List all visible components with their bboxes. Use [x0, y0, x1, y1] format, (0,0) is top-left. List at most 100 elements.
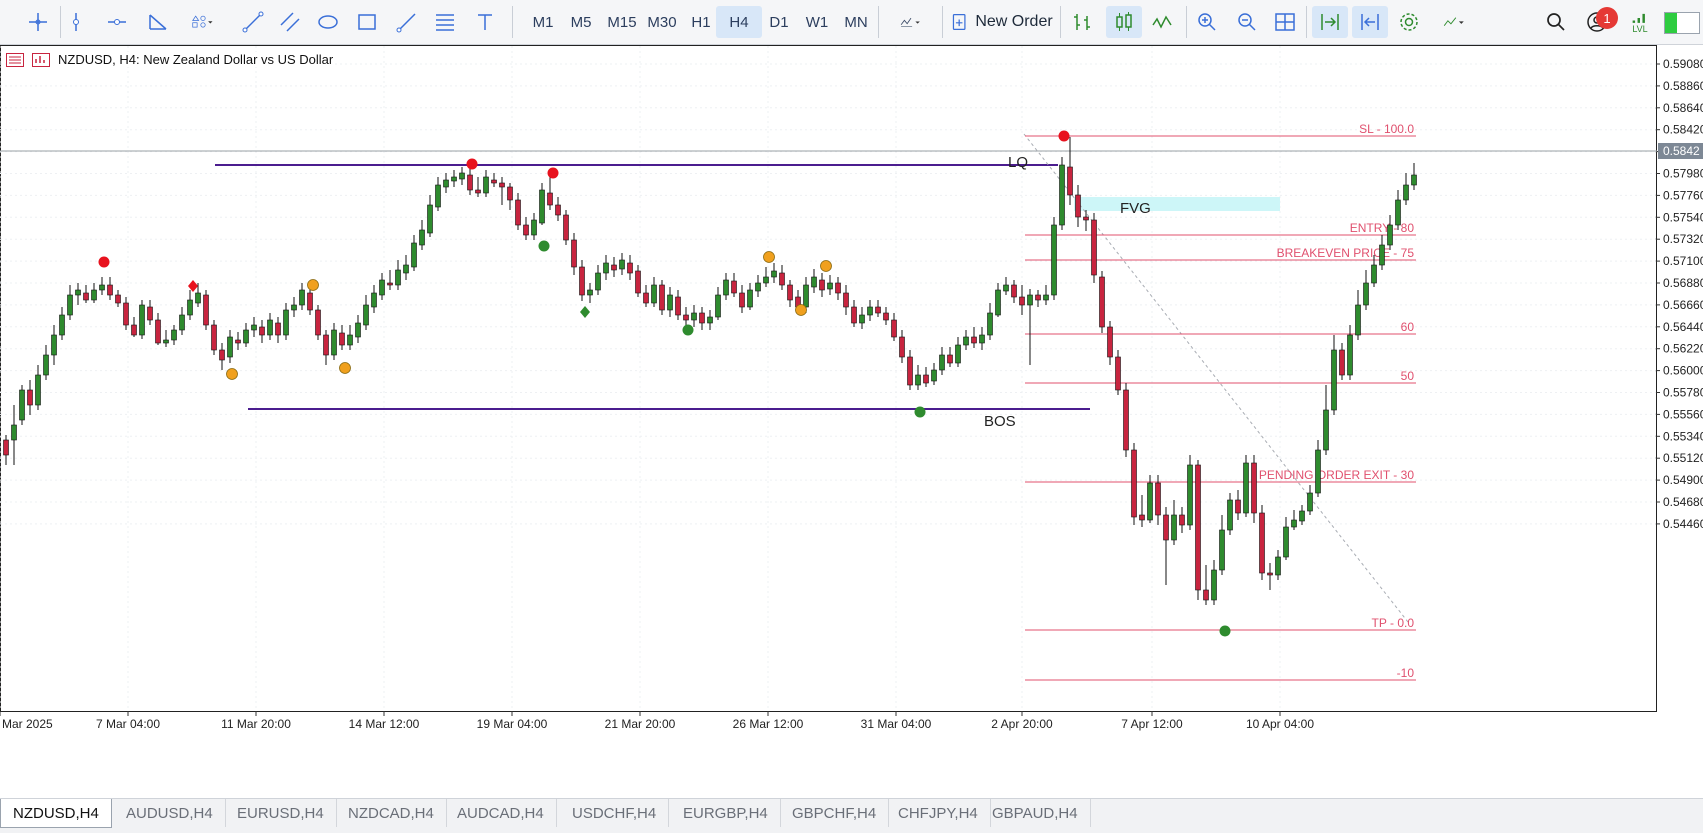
swing-mid-marker	[763, 251, 775, 263]
timeframe-m30[interactable]: M30	[638, 6, 686, 38]
trendline-angle-icon[interactable]	[143, 6, 173, 38]
bear-candle	[3, 439, 9, 456]
bull-candle	[19, 389, 25, 421]
bull-candle	[1275, 556, 1281, 576]
bar-chart-icon[interactable]	[1066, 6, 1098, 38]
bull-candle	[811, 276, 817, 288]
bear-candle	[1011, 284, 1017, 298]
bull-candle	[963, 336, 969, 346]
zoom-out-icon[interactable]	[1230, 6, 1264, 38]
bear-candle	[947, 354, 953, 364]
bull-candle	[931, 369, 937, 382]
bull-candle	[355, 322, 361, 338]
bear-candle	[523, 224, 529, 236]
price-axis-label: 0.57980	[1663, 167, 1703, 181]
bull-candle	[1187, 464, 1193, 526]
bear-candle	[1115, 356, 1121, 391]
bull-candle	[75, 289, 81, 296]
bull-candle	[243, 329, 249, 344]
bear-candle	[27, 389, 33, 406]
bear-candle	[643, 292, 649, 304]
indicators-dropdown-icon[interactable]	[886, 6, 936, 38]
symbol-list-icon[interactable]	[6, 52, 24, 67]
ellipse-icon[interactable]	[313, 6, 343, 38]
crosshair-icon[interactable]	[22, 6, 54, 38]
chart-area[interactable]: 0.590800.588600.586400.584200.582000.579…	[0, 45, 1703, 798]
ray-icon[interactable]	[392, 6, 422, 38]
bear-candle	[203, 294, 209, 326]
horizontal-line-icon[interactable]	[102, 6, 132, 38]
new-order-button[interactable]: New Order	[950, 6, 1054, 38]
line-chart-icon[interactable]	[1146, 6, 1178, 38]
bull-candle	[283, 309, 289, 336]
time-axis-label: 31 Mar 04:00	[861, 717, 932, 731]
chart-tab[interactable]: GBPAUD,H4	[980, 799, 1091, 827]
zoom-in-icon[interactable]	[1190, 6, 1224, 38]
vertical-line-icon[interactable]	[64, 6, 88, 38]
connection-bar	[1664, 12, 1700, 34]
bull-candle	[827, 282, 833, 290]
swing-mid-marker	[820, 260, 832, 272]
bull-candle	[771, 270, 777, 278]
settings-gear-icon[interactable]	[1392, 6, 1426, 38]
bull-candle	[43, 354, 49, 376]
chart-title: NZDUSD, H4: New Zealand Dollar vs US Dol…	[58, 52, 334, 67]
bear-candle	[731, 280, 737, 294]
bear-candle	[491, 179, 497, 184]
rectangle-icon[interactable]	[352, 6, 382, 38]
trendline-icon[interactable]	[238, 6, 268, 38]
level-indicator[interactable]: LVL	[1626, 6, 1654, 38]
bear-candle	[563, 214, 569, 241]
chart-tab[interactable]: NZDCAD,H4	[336, 799, 447, 827]
chart-tab[interactable]: USDCHF,H4	[560, 799, 670, 827]
timeframe-w1[interactable]: W1	[796, 6, 838, 38]
chart-tab[interactable]: AUDCAD,H4	[445, 799, 557, 827]
price-axis-label: 0.59080	[1663, 57, 1703, 71]
chart-tab[interactable]: EURUSD,H4	[225, 799, 337, 827]
bear-candle	[1139, 514, 1145, 521]
timeframe-d1[interactable]: D1	[758, 6, 800, 38]
bear-candle	[1083, 216, 1089, 221]
bear-candle	[1251, 462, 1257, 514]
price-axis-label: 0.56220	[1663, 342, 1703, 356]
timeframe-mn[interactable]: MN	[834, 6, 878, 38]
fib-level-label: PENDING ORDER EXIT - 30	[1259, 468, 1414, 482]
bull-candle	[1387, 224, 1393, 246]
text-tool-icon[interactable]	[470, 6, 500, 38]
fibonacci-icon[interactable]	[430, 6, 460, 38]
timeframe-h4[interactable]: H4	[716, 6, 762, 38]
bull-candle	[1411, 174, 1417, 186]
chart-tab[interactable]: AUDUSD,H4	[114, 799, 226, 827]
chart-shift-icon[interactable]	[1352, 6, 1388, 38]
bull-candle	[603, 262, 609, 274]
search-icon[interactable]	[1540, 6, 1572, 38]
bull-candle	[403, 264, 409, 274]
bull-candle	[451, 176, 457, 182]
channel-icon[interactable]	[275, 6, 305, 38]
timeframe-m5[interactable]: M5	[560, 6, 602, 38]
shapes-dropdown-icon[interactable]	[183, 6, 223, 38]
chart-tab[interactable]: NZDUSD,H4	[0, 799, 112, 828]
bull-candle	[251, 324, 257, 331]
bull-candle	[35, 374, 41, 406]
chart-tab[interactable]: EURGBP,H4	[671, 799, 781, 827]
chart-tab[interactable]: CHFJPY,H4	[886, 799, 991, 827]
fvg-zone	[1074, 197, 1280, 211]
expert-dropdown-icon[interactable]	[1430, 6, 1478, 38]
time-axis-label: 21 Mar 20:00	[605, 717, 676, 731]
bear-candle	[219, 349, 225, 361]
bull-candle	[139, 304, 145, 336]
bull-candle	[1379, 244, 1385, 266]
auto-scroll-icon[interactable]	[1312, 6, 1348, 38]
swing-mid-marker	[795, 304, 807, 316]
chart-window-icon[interactable]	[32, 52, 50, 67]
price-chart[interactable]: 0.590800.588600.586400.584200.582000.579…	[0, 45, 1703, 798]
candlestick-chart-icon[interactable]	[1106, 6, 1142, 38]
chart-tab[interactable]: GBPCHF,H4	[780, 799, 890, 827]
swing-low-marker	[538, 240, 550, 252]
time-axis-label: 26 Mar 12:00	[733, 717, 804, 731]
tile-windows-icon[interactable]	[1268, 6, 1302, 38]
price-axis-label: 0.55780	[1663, 386, 1703, 400]
timeframe-m1[interactable]: M1	[522, 6, 564, 38]
bull-candle	[59, 314, 65, 336]
